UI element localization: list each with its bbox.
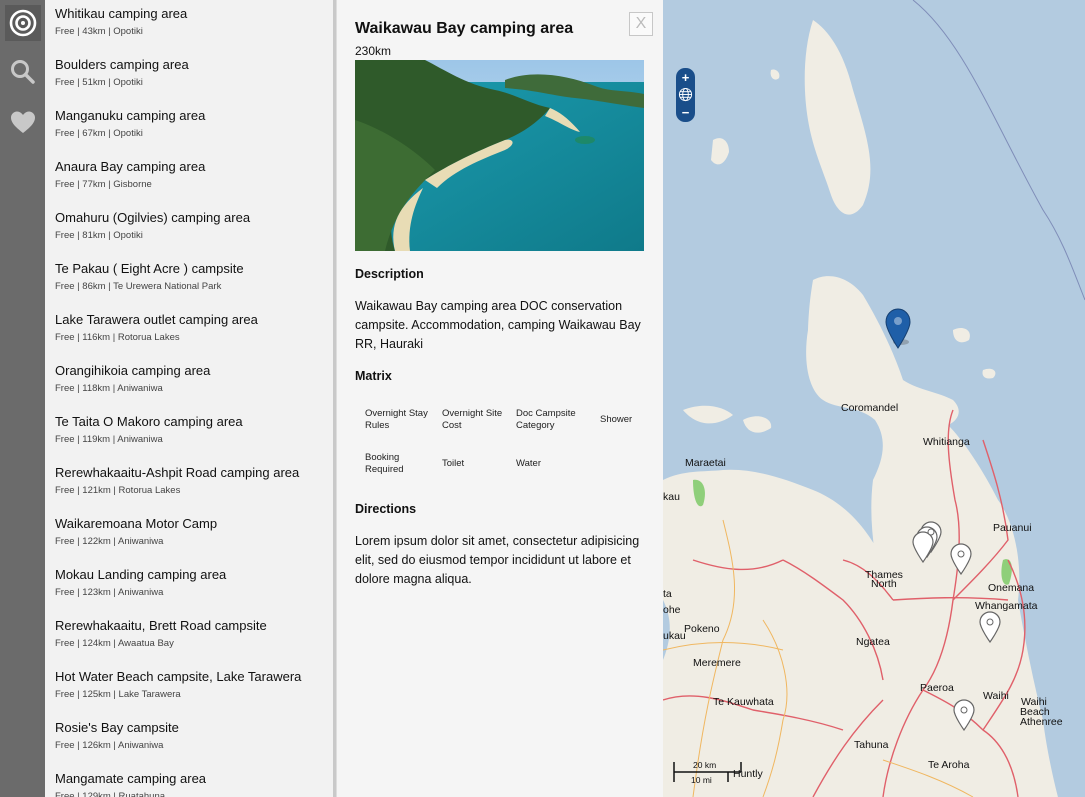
map-label: Ngatea	[856, 636, 890, 648]
campsite-name: Mangamate camping area	[55, 771, 207, 786]
globe-icon[interactable]	[678, 87, 693, 104]
matrix-cell: Shower	[600, 414, 633, 425]
campsite-meta: Free | 119km | Aniwaniwa	[55, 434, 163, 445]
list-item[interactable]: Rerewhakaaitu, Brett Road campsite Free |…	[45, 612, 333, 663]
campsite-meta: Free | 81km | Opotiki	[55, 230, 143, 241]
page-title: Waikawau Bay camping area	[355, 20, 574, 37]
map-label: Onemana	[988, 582, 1035, 594]
map-label: Meremere	[693, 657, 741, 669]
map-label: Tahuna	[854, 739, 889, 751]
campsite-name: Lake Tarawera outlet camping area	[55, 312, 258, 327]
campsite-meta: Free | 125km | Lake Tarawera	[55, 689, 181, 700]
directions-text: Lorem ipsum dolor sit amet, consectetur …	[355, 534, 640, 586]
campsite-meta: Free | 124km | Awaatua Bay	[55, 638, 174, 649]
close-button[interactable]: X	[629, 12, 653, 36]
scale-km: 20 km	[693, 760, 717, 770]
distance-text: 230km	[355, 44, 392, 58]
list-item[interactable]: Mokau Landing camping area Free | 123km |…	[45, 561, 333, 612]
campsite-meta: Free | 126km | Aniwaniwa	[55, 740, 164, 751]
map-label: Whangamata	[975, 600, 1038, 612]
map-label: ohe	[663, 604, 681, 616]
zoom-out-button[interactable]: −	[682, 106, 690, 119]
matrix-heading: Matrix	[355, 369, 392, 383]
matrix-cell: Doc Campsite Category	[516, 408, 576, 431]
campsite-name: Rosie's Bay campsite	[55, 720, 179, 735]
list-item[interactable]: Mangamate camping area Free | 129km | Rua…	[45, 765, 333, 797]
description-heading: Description	[355, 267, 424, 281]
map-label: North	[871, 578, 897, 590]
campsite-meta: Free | 123km | Aniwaniwa	[55, 587, 164, 598]
campsite-meta: Free | 118km | Aniwaniwa	[55, 383, 163, 394]
map-label: ta	[663, 588, 672, 600]
map-label: Huntly	[733, 768, 763, 780]
detail-panel: Waikawau Bay camping area 230km X Descri…	[336, 0, 663, 797]
heart-icon[interactable]	[5, 104, 41, 140]
zoom-control: + −	[676, 68, 695, 122]
map-label: Whitianga	[923, 436, 970, 448]
map-label: Pokeno	[684, 623, 720, 635]
campsite-name: Whitikau camping area	[55, 6, 188, 21]
list-item[interactable]: Waikaremoana Motor Camp Free | 122km | An…	[45, 510, 333, 561]
map-label: Te Kauwhata	[713, 696, 774, 708]
map-label: Maraetai	[685, 457, 726, 469]
campsite-meta: Free | 122km | Aniwaniwa	[55, 536, 164, 547]
map-label: Coromandel	[841, 402, 899, 414]
campsite-name: Hot Water Beach campsite, Lake Tarawera	[55, 669, 302, 684]
list-item[interactable]: Manganuku camping area Free | 67km | Opot…	[45, 102, 333, 153]
campsite-meta: Free | 129km | Ruatahuna	[55, 791, 166, 797]
matrix-cell: Water	[516, 458, 541, 469]
campsite-meta: Free | 43km | Opotiki	[55, 26, 143, 37]
matrix-cell: Overnight Site Cost	[442, 408, 503, 431]
campsite-name: Mokau Landing camping area	[55, 567, 227, 582]
zoom-in-button[interactable]: +	[682, 71, 690, 84]
campsite-name: Omahuru (Ogilvies) camping area	[55, 210, 251, 225]
campsite-name: Te Taita O Makoro camping area	[55, 414, 243, 429]
target-icon[interactable]	[5, 5, 41, 41]
list-item[interactable]: Boulders camping area Free | 51km | Opoti…	[45, 51, 333, 102]
matrix-cell: Overnight Stay Rules	[365, 408, 428, 431]
list-item[interactable]: Te Pakau ( Eight Acre ) campsite Free | 8…	[45, 255, 333, 306]
campsite-meta: Free | 51km | Opotiki	[55, 77, 143, 88]
campsite-name: Boulders camping area	[55, 57, 189, 72]
campsite-name: Rerewhakaaitu-Ashpit Road camping area	[55, 465, 300, 480]
campsite-name: Orangihikoia camping area	[55, 363, 211, 378]
list-item[interactable]: Te Taita O Makoro camping area Free | 119…	[45, 408, 333, 459]
list-item[interactable]: Rerewhakaaitu-Ashpit Road camping area Fr…	[45, 459, 333, 510]
campsite-meta: Free | 116km | Rotorua Lakes	[55, 332, 180, 343]
icon-rail	[0, 0, 45, 797]
directions-heading: Directions	[355, 502, 417, 516]
map-label: Te Aroha	[928, 759, 970, 771]
campsite-list: Whitikau camping area Free | 43km | Opoti…	[45, 0, 336, 797]
scale-mi: 10 mi	[691, 775, 712, 785]
campsite-name: Anaura Bay camping area	[55, 159, 206, 174]
search-icon[interactable]	[5, 54, 41, 90]
campsite-meta: Free | 121km | Rotorua Lakes	[55, 485, 181, 496]
campsite-meta: Free | 67km | Opotiki	[55, 128, 143, 139]
list-item[interactable]: Omahuru (Ogilvies) camping area Free | 81…	[45, 204, 333, 255]
campsite-photo	[355, 60, 644, 251]
map-label: Pauanui	[993, 522, 1032, 534]
campsite-meta: Free | 86km | Te Urewera National Park	[55, 281, 222, 292]
map-label: ukau	[663, 630, 686, 642]
list-item[interactable]: Lake Tarawera outlet camping area Free | …	[45, 306, 333, 357]
map-label: Paeroa	[920, 682, 954, 694]
map-label: Waihi	[983, 690, 1009, 702]
campsite-name: Waikaremoana Motor Camp	[55, 516, 218, 531]
list-item[interactable]: Orangihikoia camping area Free | 118km | …	[45, 357, 333, 408]
campsite-name: Manganuku camping area	[55, 108, 206, 123]
map-label: Athenree	[1020, 716, 1063, 728]
map-label: kau	[663, 491, 680, 503]
campsite-name: Rerewhakaaitu, Brett Road campsite	[55, 618, 267, 633]
list-item[interactable]: Rosie's Bay campsite Free | 126km | Aniwa…	[45, 714, 333, 765]
list-item[interactable]: Anaura Bay camping area Free | 77km | Gis…	[45, 153, 333, 204]
matrix-cell: Toilet	[442, 458, 465, 469]
list-item[interactable]: Hot Water Beach campsite, Lake Tarawera F…	[45, 663, 333, 714]
description-text: Waikawau Bay camping area DOC conservati…	[355, 299, 641, 351]
campsite-meta: Free | 77km | Gisborne	[55, 179, 152, 190]
matrix-cell: Booking Required	[365, 452, 404, 475]
campsite-name: Te Pakau ( Eight Acre ) campsite	[55, 261, 244, 276]
list-item[interactable]: Whitikau camping area Free | 43km | Opoti…	[45, 0, 333, 51]
map-view[interactable]: + − Coromandel Whitianga Maraetai kau Pa…	[663, 0, 1085, 797]
